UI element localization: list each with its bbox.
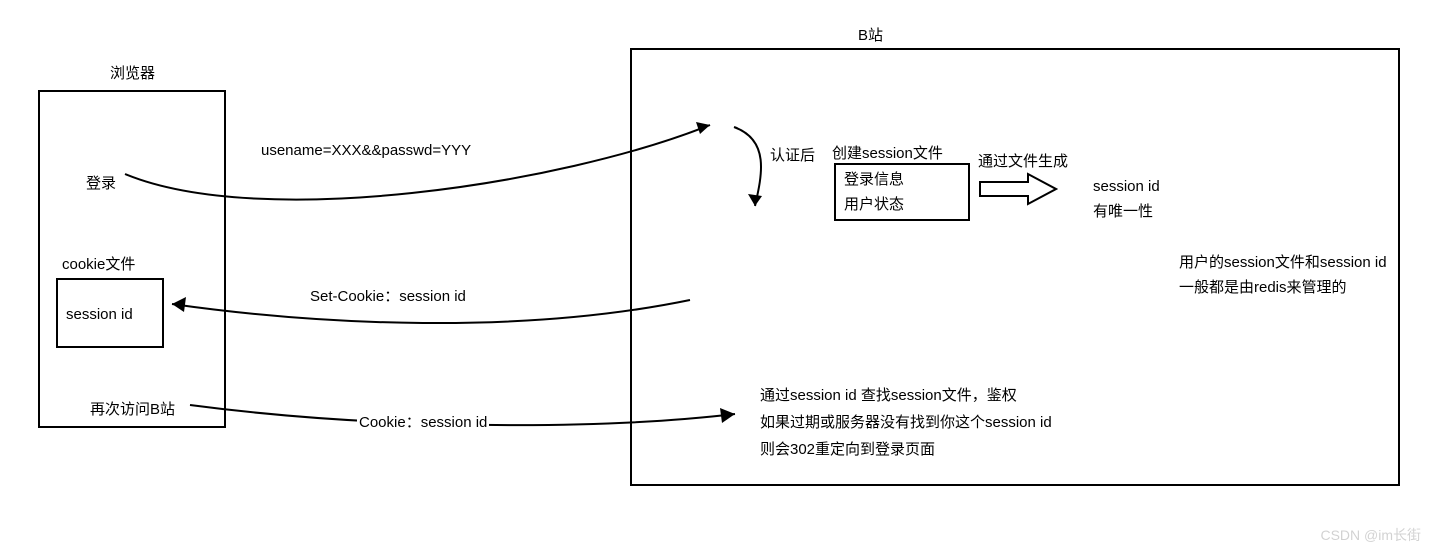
note-line2: 一般都是由redis来管理的 [1179,276,1347,297]
arrow-generate [978,172,1058,206]
cookie-file-label: cookie文件 [62,253,135,274]
session-id-result-line1: session id [1093,178,1160,195]
generate-label: 通过文件生成 [978,150,1068,171]
request2-label: Cookie：session id [357,411,489,432]
browser-title: 浏览器 [110,62,155,83]
lookup-line2: 如果过期或服务器没有找到你这个session id [760,411,1052,432]
revisit-label: 再次访问B站 [90,398,175,419]
lookup-line1: 通过session id 查找session文件，鉴权 [760,384,1017,405]
login-label: 登录 [86,172,116,193]
response1-label: Set-Cookie：session id [310,285,466,306]
auth-label: 认证后 [770,144,815,165]
session-box-line1: 登录信息 [844,168,904,189]
watermark: CSDN @im长街 [1320,525,1421,545]
lookup-line3: 则会302重定向到登录页面 [760,438,935,459]
note-line1: 用户的session文件和session id [1179,251,1387,272]
create-session-label: 创建session文件 [832,142,943,163]
server-title: B站 [858,24,883,45]
session-id-result-line2: 有唯一性 [1093,200,1153,221]
session-id-text: session id [66,306,133,323]
request1-label: usename=XXX&&passwd=YYY [259,142,473,159]
session-box-line2: 用户状态 [844,193,904,214]
